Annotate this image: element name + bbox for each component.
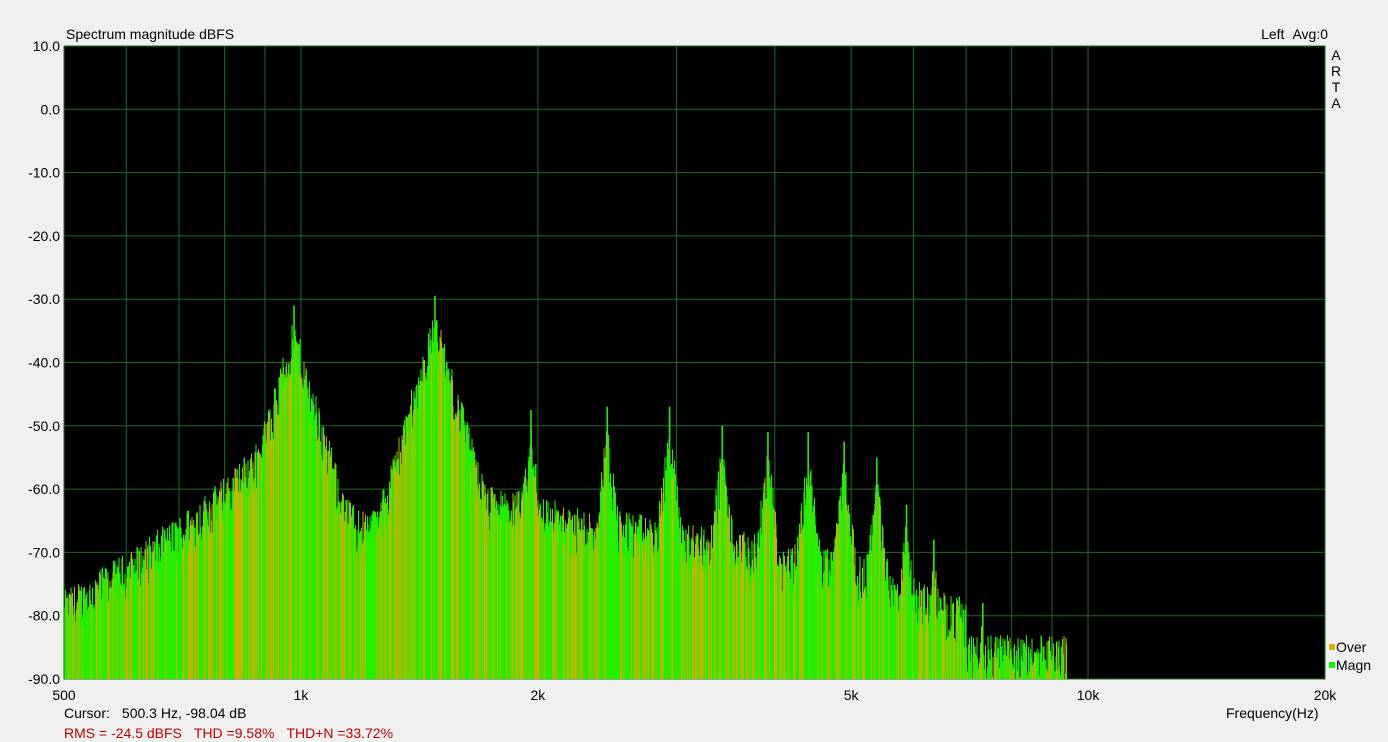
cursor-value: 500.3 Hz, -98.04 dB: [121, 705, 247, 721]
y-tick-label: -40.0: [28, 355, 60, 371]
arta-brand: A R T A: [1329, 47, 1343, 111]
y-tick-label: -30.0: [28, 291, 60, 307]
legend-label: Over: [1336, 639, 1367, 655]
legend-swatch-over: [1329, 644, 1335, 650]
spectrum-chart: 10.0 0.0 -10.0 -20.0 -30.0 -40.0 -50.0 -60.0 -70…: [28, 38, 1337, 703]
thdn-value: THD+N =33.72%: [286, 725, 394, 741]
brand-letter: A: [1331, 95, 1341, 111]
y-tick-label: -50.0: [28, 418, 60, 434]
legend: Over Magn: [1329, 638, 1371, 674]
y-tick-label: -90.0: [28, 671, 60, 687]
stats-readout: RMS = -24.5 dBFS THD =9.58% THD+N =33.72%: [64, 725, 405, 741]
x-tick-label: 2k: [530, 687, 546, 703]
legend-label: Magn: [1336, 657, 1372, 673]
cursor-label: Cursor:: [64, 705, 110, 721]
x-tick-label: 500: [52, 687, 76, 703]
y-tick-label: 0.0: [41, 101, 61, 117]
legend-item-magn: Magn: [1329, 656, 1371, 674]
x-axis-label: Frequency(Hz): [1226, 705, 1319, 721]
x-tick-label: 5k: [844, 687, 860, 703]
thd-value: THD =9.58%: [193, 725, 275, 741]
y-tick-label: -20.0: [28, 228, 60, 244]
rms-value: RMS = -24.5 dBFS: [64, 725, 182, 741]
x-axis: 500 1k 2k 5k 10k 20k: [52, 687, 1337, 703]
legend-item-over: Over: [1329, 638, 1371, 656]
y-axis: 10.0 0.0 -10.0 -20.0 -30.0 -40.0 -50.0 -60.0 -70…: [28, 38, 60, 687]
x-tick-label: 1k: [294, 687, 310, 703]
brand-letter: A: [1331, 47, 1341, 63]
brand-letter: T: [1331, 79, 1341, 95]
y-tick-label: -60.0: [28, 481, 60, 497]
y-tick-label: -10.0: [28, 165, 60, 181]
cursor-readout: Cursor: 500.3 Hz, -98.04 dB: [64, 705, 258, 721]
legend-swatch-magn: [1329, 662, 1335, 668]
brand-letter: R: [1330, 63, 1342, 79]
x-tick-label: 10k: [1077, 687, 1101, 703]
y-tick-label: -80.0: [28, 608, 60, 624]
y-tick-label: -70.0: [28, 544, 60, 560]
y-tick-label: 10.0: [33, 38, 60, 54]
x-tick-label: 20k: [1314, 687, 1338, 703]
